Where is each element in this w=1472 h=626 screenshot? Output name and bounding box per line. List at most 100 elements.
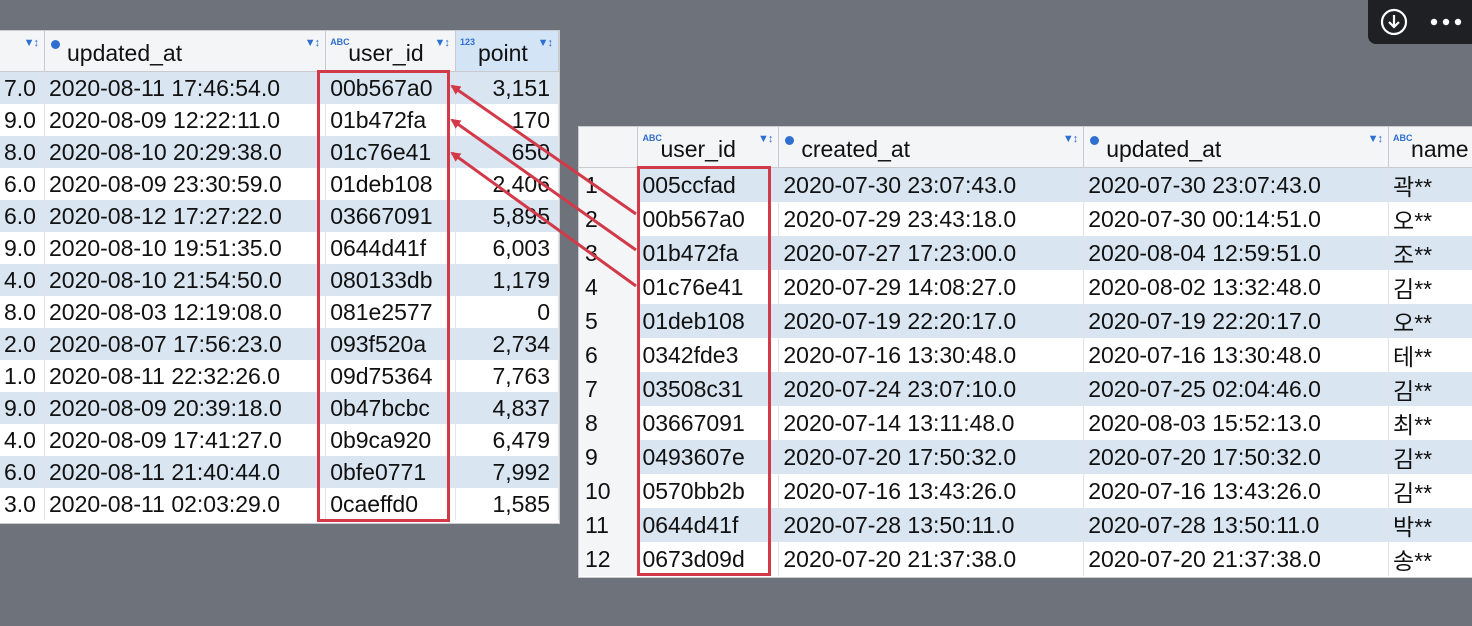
cell-user-id[interactable]: 0570bb2b — [637, 474, 780, 508]
cell-user-id[interactable]: 0b9ca920 — [325, 424, 456, 456]
cell-point[interactable]: 6,479 — [455, 424, 559, 456]
table-row[interactable]: 11 0644d41f 2020-07-28 13:50:11.0 2020-07-2… — [579, 508, 1472, 542]
cell-name[interactable]: 오** — [1388, 304, 1472, 338]
cell-updated-at[interactable]: 2020-08-11 02:03:29.0 — [44, 488, 327, 520]
right_grid-header-user_id[interactable]: ABC user_id ▼↕ — [637, 127, 780, 168]
cell-n[interactable]: 6 — [579, 338, 639, 372]
table-row[interactable]: 9.0 2020-08-09 12:22:11.0 01b472fa 170 — [0, 104, 559, 136]
more-options-button[interactable] — [1426, 2, 1466, 42]
cell-name[interactable]: 김** — [1388, 440, 1472, 474]
cell-frag[interactable]: 4.0 — [0, 424, 45, 456]
cell-point[interactable]: 650 — [455, 136, 559, 168]
table-row[interactable]: 6.0 2020-08-09 23:30:59.0 01deb108 2,406 — [0, 168, 559, 200]
filter-sort-icon[interactable]: ▼↕ — [1368, 133, 1383, 145]
cell-point[interactable]: 5,895 — [455, 200, 559, 232]
cell-frag[interactable]: 6.0 — [0, 168, 45, 200]
cell-point[interactable]: 2,406 — [455, 168, 559, 200]
cell-user-id[interactable]: 0673d09d — [637, 542, 780, 576]
cell-point[interactable]: 4,837 — [455, 392, 559, 424]
cell-user-id[interactable]: 081e2577 — [325, 296, 456, 328]
table-row[interactable]: 6.0 2020-08-12 17:27:22.0 03667091 5,895 — [0, 200, 559, 232]
cell-point[interactable]: 7,992 — [455, 456, 559, 488]
cell-user-id[interactable]: 005ccfad — [637, 167, 780, 202]
cell-name[interactable]: 조** — [1388, 236, 1472, 270]
cell-point[interactable]: 0 — [455, 296, 559, 328]
cell-updated-at[interactable]: 2020-07-25 02:04:46.0 — [1083, 372, 1390, 406]
cell-point[interactable]: 2,734 — [455, 328, 559, 360]
cell-name[interactable]: 박** — [1388, 508, 1472, 542]
cell-created-at[interactable]: 2020-07-29 23:43:18.0 — [778, 202, 1085, 236]
cell-point[interactable]: 7,763 — [455, 360, 559, 392]
table-row[interactable]: 7.0 2020-08-11 17:46:54.0 00b567a0 3,151 — [0, 71, 559, 104]
table-row[interactable]: 3 01b472fa 2020-07-27 17:23:00.0 2020-08-04… — [579, 236, 1472, 270]
cell-n[interactable]: 1 — [579, 167, 639, 202]
cell-updated-at[interactable]: 2020-07-16 13:43:26.0 — [1083, 474, 1390, 508]
cell-user-id[interactable]: 0644d41f — [637, 508, 780, 542]
filter-sort-icon[interactable]: ▼↕ — [305, 37, 320, 49]
cell-updated-at[interactable]: 2020-07-30 23:07:43.0 — [1083, 167, 1390, 202]
filter-sort-icon[interactable]: ▼↕ — [758, 133, 773, 145]
cell-created-at[interactable]: 2020-07-24 23:07:10.0 — [778, 372, 1085, 406]
cell-n[interactable]: 2 — [579, 202, 639, 236]
cell-updated-at[interactable]: 2020-08-04 12:59:51.0 — [1083, 236, 1390, 270]
cell-user-id[interactable]: 093f520a — [325, 328, 456, 360]
cell-n[interactable]: 5 — [579, 304, 639, 338]
cell-name[interactable]: 오** — [1388, 202, 1472, 236]
table-row[interactable]: 6 0342fde3 2020-07-16 13:30:48.0 2020-07-16… — [579, 338, 1472, 372]
cell-point[interactable]: 1,179 — [455, 264, 559, 296]
cell-name[interactable]: 테** — [1388, 338, 1472, 372]
cell-frag[interactable]: 6.0 — [0, 200, 45, 232]
cell-user-id[interactable]: 00b567a0 — [637, 202, 780, 236]
cell-updated-at[interactable]: 2020-07-30 00:14:51.0 — [1083, 202, 1390, 236]
cell-user-id[interactable]: 0caeffd0 — [325, 488, 456, 520]
cell-updated-at[interactable]: 2020-08-03 15:52:13.0 — [1083, 406, 1390, 440]
cell-user-id[interactable]: 01deb108 — [325, 168, 456, 200]
cell-name[interactable]: 김** — [1388, 474, 1472, 508]
left_grid-header-point[interactable]: 123 point ▼↕ — [455, 31, 559, 72]
cell-updated-at[interactable]: 2020-08-03 12:19:08.0 — [44, 296, 327, 328]
cell-user-id[interactable]: 0493607e — [637, 440, 780, 474]
cell-name[interactable]: 최** — [1388, 406, 1472, 440]
right_grid-header-name[interactable]: ABC name — [1388, 127, 1472, 168]
cell-name[interactable]: 곽** — [1388, 167, 1472, 202]
cell-n[interactable]: 4 — [579, 270, 639, 304]
cell-created-at[interactable]: 2020-07-14 13:11:48.0 — [778, 406, 1085, 440]
cell-n[interactable]: 8 — [579, 406, 639, 440]
cell-point[interactable]: 1,585 — [455, 488, 559, 520]
download-button[interactable] — [1374, 2, 1414, 42]
table-row[interactable]: 10 0570bb2b 2020-07-16 13:43:26.0 2020-07-1… — [579, 474, 1472, 508]
table-row[interactable]: 3.0 2020-08-11 02:03:29.0 0caeffd0 1,585 — [0, 488, 559, 520]
cell-updated-at[interactable]: 2020-07-28 13:50:11.0 — [1083, 508, 1390, 542]
cell-created-at[interactable]: 2020-07-16 13:30:48.0 — [778, 338, 1085, 372]
table-row[interactable]: 6.0 2020-08-11 21:40:44.0 0bfe0771 7,992 — [0, 456, 559, 488]
cell-updated-at[interactable]: 2020-08-12 17:27:22.0 — [44, 200, 327, 232]
cell-updated-at[interactable]: 2020-08-09 20:39:18.0 — [44, 392, 327, 424]
table-row[interactable]: 9.0 2020-08-10 19:51:35.0 0644d41f 6,003 — [0, 232, 559, 264]
cell-user-id[interactable]: 03667091 — [325, 200, 456, 232]
table-row[interactable]: 9 0493607e 2020-07-20 17:50:32.0 2020-07-20… — [579, 440, 1472, 474]
cell-n[interactable]: 7 — [579, 372, 639, 406]
table-row[interactable]: 4 01c76e41 2020-07-29 14:08:27.0 2020-08-02… — [579, 270, 1472, 304]
table-row[interactable]: 8 03667091 2020-07-14 13:11:48.0 2020-08-03… — [579, 406, 1472, 440]
cell-updated-at[interactable]: 2020-07-20 17:50:32.0 — [1083, 440, 1390, 474]
cell-updated-at[interactable]: 2020-08-11 22:32:26.0 — [44, 360, 327, 392]
cell-user-id[interactable]: 0bfe0771 — [325, 456, 456, 488]
cell-user-id[interactable]: 0644d41f — [325, 232, 456, 264]
cell-n[interactable]: 12 — [579, 542, 639, 576]
cell-frag[interactable]: 9.0 — [0, 104, 45, 136]
table-row[interactable]: 1 005ccfad 2020-07-30 23:07:43.0 2020-07-30… — [579, 167, 1472, 202]
cell-updated-at[interactable]: 2020-07-16 13:30:48.0 — [1083, 338, 1390, 372]
cell-user-id[interactable]: 0342fde3 — [637, 338, 780, 372]
cell-frag[interactable]: 2.0 — [0, 328, 45, 360]
filter-sort-icon[interactable]: ▼↕ — [1063, 133, 1078, 145]
cell-updated-at[interactable]: 2020-08-07 17:56:23.0 — [44, 328, 327, 360]
cell-user-id[interactable]: 03508c31 — [637, 372, 780, 406]
filter-sort-icon[interactable]: ▼↕ — [24, 37, 39, 49]
cell-user-id[interactable]: 00b567a0 — [325, 71, 456, 104]
cell-updated-at[interactable]: 2020-08-10 19:51:35.0 — [44, 232, 327, 264]
table-row[interactable]: 5 01deb108 2020-07-19 22:20:17.0 2020-07-19… — [579, 304, 1472, 338]
cell-updated-at[interactable]: 2020-08-09 12:22:11.0 — [44, 104, 327, 136]
cell-user-id[interactable]: 01b472fa — [637, 236, 780, 270]
right_grid-header-blank[interactable] — [579, 127, 639, 168]
left_grid-header-blank[interactable]: ▼↕ — [0, 31, 45, 72]
